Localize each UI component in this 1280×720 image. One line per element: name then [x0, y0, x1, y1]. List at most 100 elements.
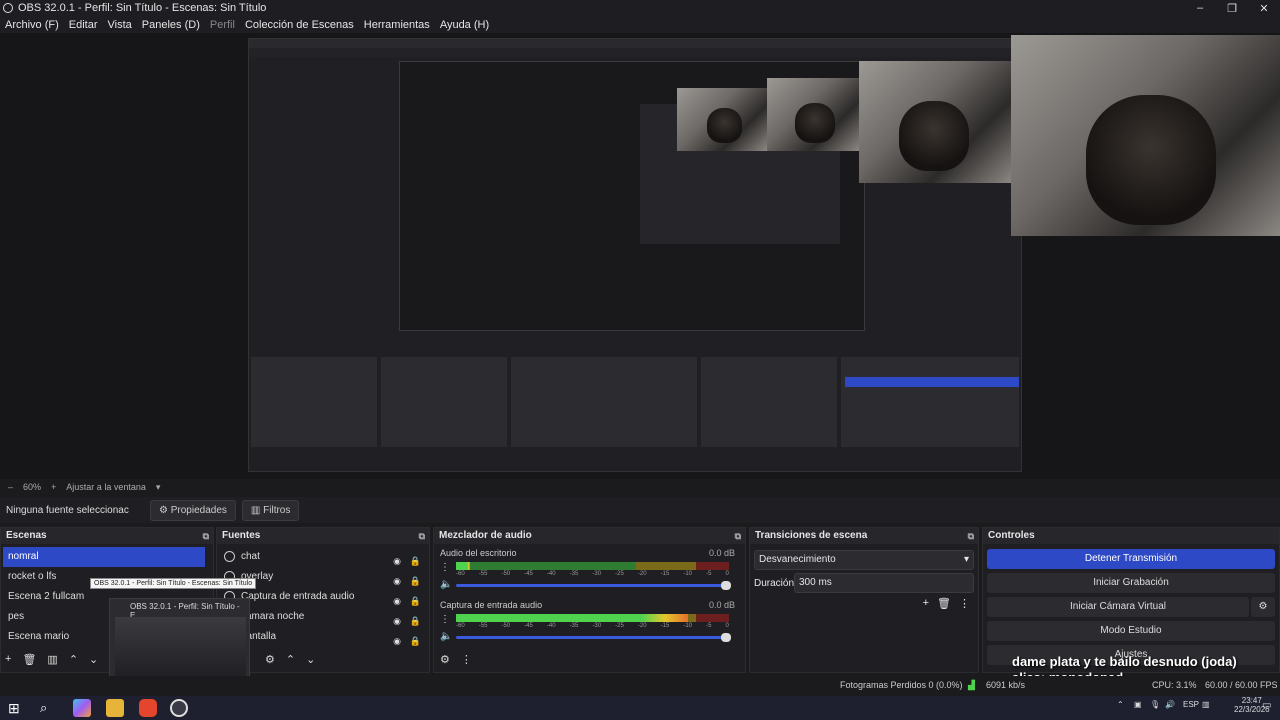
- move-up-button[interactable]: ⌃: [286, 653, 295, 666]
- transitions-title: Transiciones de escena: [755, 530, 868, 541]
- remove-scene-button[interactable]: 🗑: [22, 653, 36, 666]
- mixer-channel: Audio del escritorio 0.0 dB ⋮ -60 -55 -50-…: [440, 548, 735, 598]
- properties-bar: Ninguna fuente seleccionac ⚙ Propiedades…: [0, 497, 1280, 523]
- studio-mode-button[interactable]: Modo Estudio: [987, 621, 1275, 641]
- volume-knob[interactable]: [721, 581, 731, 590]
- kebab-menu-icon[interactable]: ⋮: [461, 653, 472, 666]
- close-button[interactable]: ✕: [1248, 2, 1280, 15]
- zoom-out-button[interactable]: –: [8, 482, 13, 492]
- virtual-camera-button[interactable]: Iniciar Cámara Virtual: [987, 597, 1249, 617]
- taskbar-tooltip: OBS 32.0.1 - Perfil: Sin Título - Escena…: [90, 578, 257, 589]
- db-tick-label: -40: [546, 623, 556, 629]
- channel-db: 0.0 dB: [708, 600, 735, 610]
- filters-button[interactable]: ▥ Filtros: [241, 499, 300, 521]
- chevron-down-icon[interactable]: ▾: [156, 482, 161, 493]
- zoom-in-button[interactable]: +: [51, 482, 56, 492]
- menu-vista[interactable]: Vista: [103, 19, 137, 31]
- program-preview[interactable]: [0, 33, 1280, 479]
- source-item[interactable]: pantalla ◉ 🔒: [219, 627, 427, 647]
- overlay-line-1: dame plata y te bailo desnudo (joda): [1012, 654, 1237, 669]
- source-label: chat: [241, 551, 260, 562]
- db-tick-label: -60: [456, 623, 465, 629]
- kebab-menu-icon[interactable]: ⋮: [440, 562, 450, 573]
- kebab-menu-icon[interactable]: ⋮: [440, 614, 450, 625]
- file-explorer-icon[interactable]: [106, 699, 124, 717]
- language-indicator[interactable]: ESP: [1183, 700, 1199, 709]
- channel-name: Audio del escritorio: [440, 548, 517, 558]
- transition-select[interactable]: Desvanecimiento ▾: [754, 550, 974, 570]
- volume-knob[interactable]: [721, 633, 731, 642]
- move-down-button[interactable]: ⌄: [89, 653, 98, 666]
- virtual-camera-settings-button[interactable]: ⚙: [1251, 597, 1275, 617]
- lock-icon[interactable]: 🔒: [410, 631, 421, 651]
- notification-icon[interactable]: ▭: [1262, 700, 1271, 711]
- db-tick-label: -10: [683, 623, 693, 629]
- windows-start-icon[interactable]: ⊞: [8, 699, 26, 717]
- duration-field[interactable]: 300 ms: [794, 573, 974, 593]
- tray-app-icon[interactable]: ▣: [1134, 700, 1142, 709]
- db-tick-label: 0: [725, 571, 729, 577]
- db-tick-label: -35: [569, 571, 579, 577]
- volume-slider[interactable]: [456, 633, 731, 642]
- fps-readout: 60.00 / 60.00 FPS: [1205, 680, 1278, 690]
- nested-controls: [841, 357, 1019, 447]
- advanced-audio-icon[interactable]: ⚙: [440, 653, 450, 666]
- stop-stream-button[interactable]: Detener Transmisión: [987, 549, 1275, 569]
- source-item[interactable]: cámara noche ◉ 🔒: [219, 607, 427, 627]
- status-bar: Fotogramas Perdidos 0 (0.0%) ▟ 6091 kb/s…: [0, 676, 1280, 696]
- menu-perfil[interactable]: Perfil: [205, 19, 240, 31]
- windows-taskbar: ⊞ ⌕ ⌃ ▣ 🎙 🔊 ESP ▥ 23:47 22/3/2026 ▭: [0, 696, 1280, 720]
- source-item[interactable]: chat ◉ 🔒: [219, 547, 427, 567]
- maximize-button[interactable]: ❐: [1216, 2, 1248, 15]
- transition-value: Desvanecimiento: [759, 554, 836, 565]
- transitions-dock: Transiciones de escena ⧉ Desvanecimiento ▾…: [749, 527, 979, 673]
- source-type-icon: [224, 550, 235, 562]
- signal-icon: ▟: [968, 680, 975, 690]
- fit-window-label[interactable]: Ajustar a la ventana: [66, 482, 146, 492]
- move-up-button[interactable]: ⌃: [69, 653, 78, 666]
- copilot-icon[interactable]: [73, 699, 91, 717]
- db-tick-label: -20: [637, 623, 647, 629]
- brave-browser-icon[interactable]: [139, 699, 157, 717]
- dock-undock-icon[interactable]: ⧉: [968, 528, 974, 544]
- kebab-menu-icon[interactable]: ⋮: [959, 597, 970, 610]
- camera-feed-small: [677, 88, 767, 151]
- source-item[interactable]: Captura de entrada audio ◉ 🔒: [219, 587, 427, 607]
- scene-filters-button[interactable]: ▥: [47, 653, 57, 666]
- db-tick-label: -45: [524, 623, 533, 629]
- db-tick-label: -5: [706, 623, 712, 629]
- menu-archivo[interactable]: Archivo (F): [0, 19, 64, 31]
- menu-editar[interactable]: Editar: [64, 19, 103, 31]
- dock-undock-icon[interactable]: ⧉: [419, 528, 425, 544]
- menu-ayuda[interactable]: Ayuda (H): [435, 19, 494, 31]
- menu-coleccion[interactable]: Colección de Escenas: [240, 19, 359, 31]
- volume-slider[interactable]: [456, 581, 731, 590]
- menu-paneles[interactable]: Paneles (D): [137, 19, 205, 31]
- db-tick-label: -55: [478, 571, 488, 577]
- menu-herramientas[interactable]: Herramientas: [359, 19, 435, 31]
- dock-undock-icon[interactable]: ⧉: [735, 528, 741, 544]
- start-recording-button[interactable]: Iniciar Grabación: [987, 573, 1275, 593]
- add-scene-button[interactable]: +: [5, 653, 11, 666]
- dock-undock-icon[interactable]: ⧉: [203, 528, 209, 544]
- controls-dock: Controles Detener Transmisión Iniciar Gr…: [982, 527, 1280, 673]
- microphone-icon[interactable]: 🎙: [1150, 700, 1160, 709]
- db-tick-label: -40: [546, 571, 556, 577]
- nested-mixer: [511, 357, 697, 447]
- volume-icon[interactable]: 🔊: [1165, 700, 1175, 709]
- obs-taskbar-icon[interactable]: [170, 699, 188, 717]
- search-icon[interactable]: ⌕: [40, 699, 58, 717]
- source-properties-button[interactable]: ⚙: [265, 653, 275, 666]
- speaker-icon[interactable]: 🔈: [440, 579, 452, 590]
- tray-chevron-icon[interactable]: ⌃: [1117, 700, 1124, 709]
- scene-item[interactable]: nomral: [3, 547, 205, 567]
- minimize-button[interactable]: –: [1184, 2, 1216, 14]
- speaker-icon[interactable]: 🔈: [440, 631, 452, 642]
- network-icon[interactable]: ▥: [1202, 700, 1210, 709]
- properties-button[interactable]: ⚙ Propiedades: [150, 499, 236, 521]
- move-down-button[interactable]: ⌄: [306, 653, 315, 666]
- camera-feed-small2: [767, 78, 859, 151]
- remove-transition-button[interactable]: 🗑: [937, 597, 951, 610]
- eye-icon[interactable]: ◉: [393, 631, 401, 651]
- add-transition-button[interactable]: +: [923, 597, 929, 610]
